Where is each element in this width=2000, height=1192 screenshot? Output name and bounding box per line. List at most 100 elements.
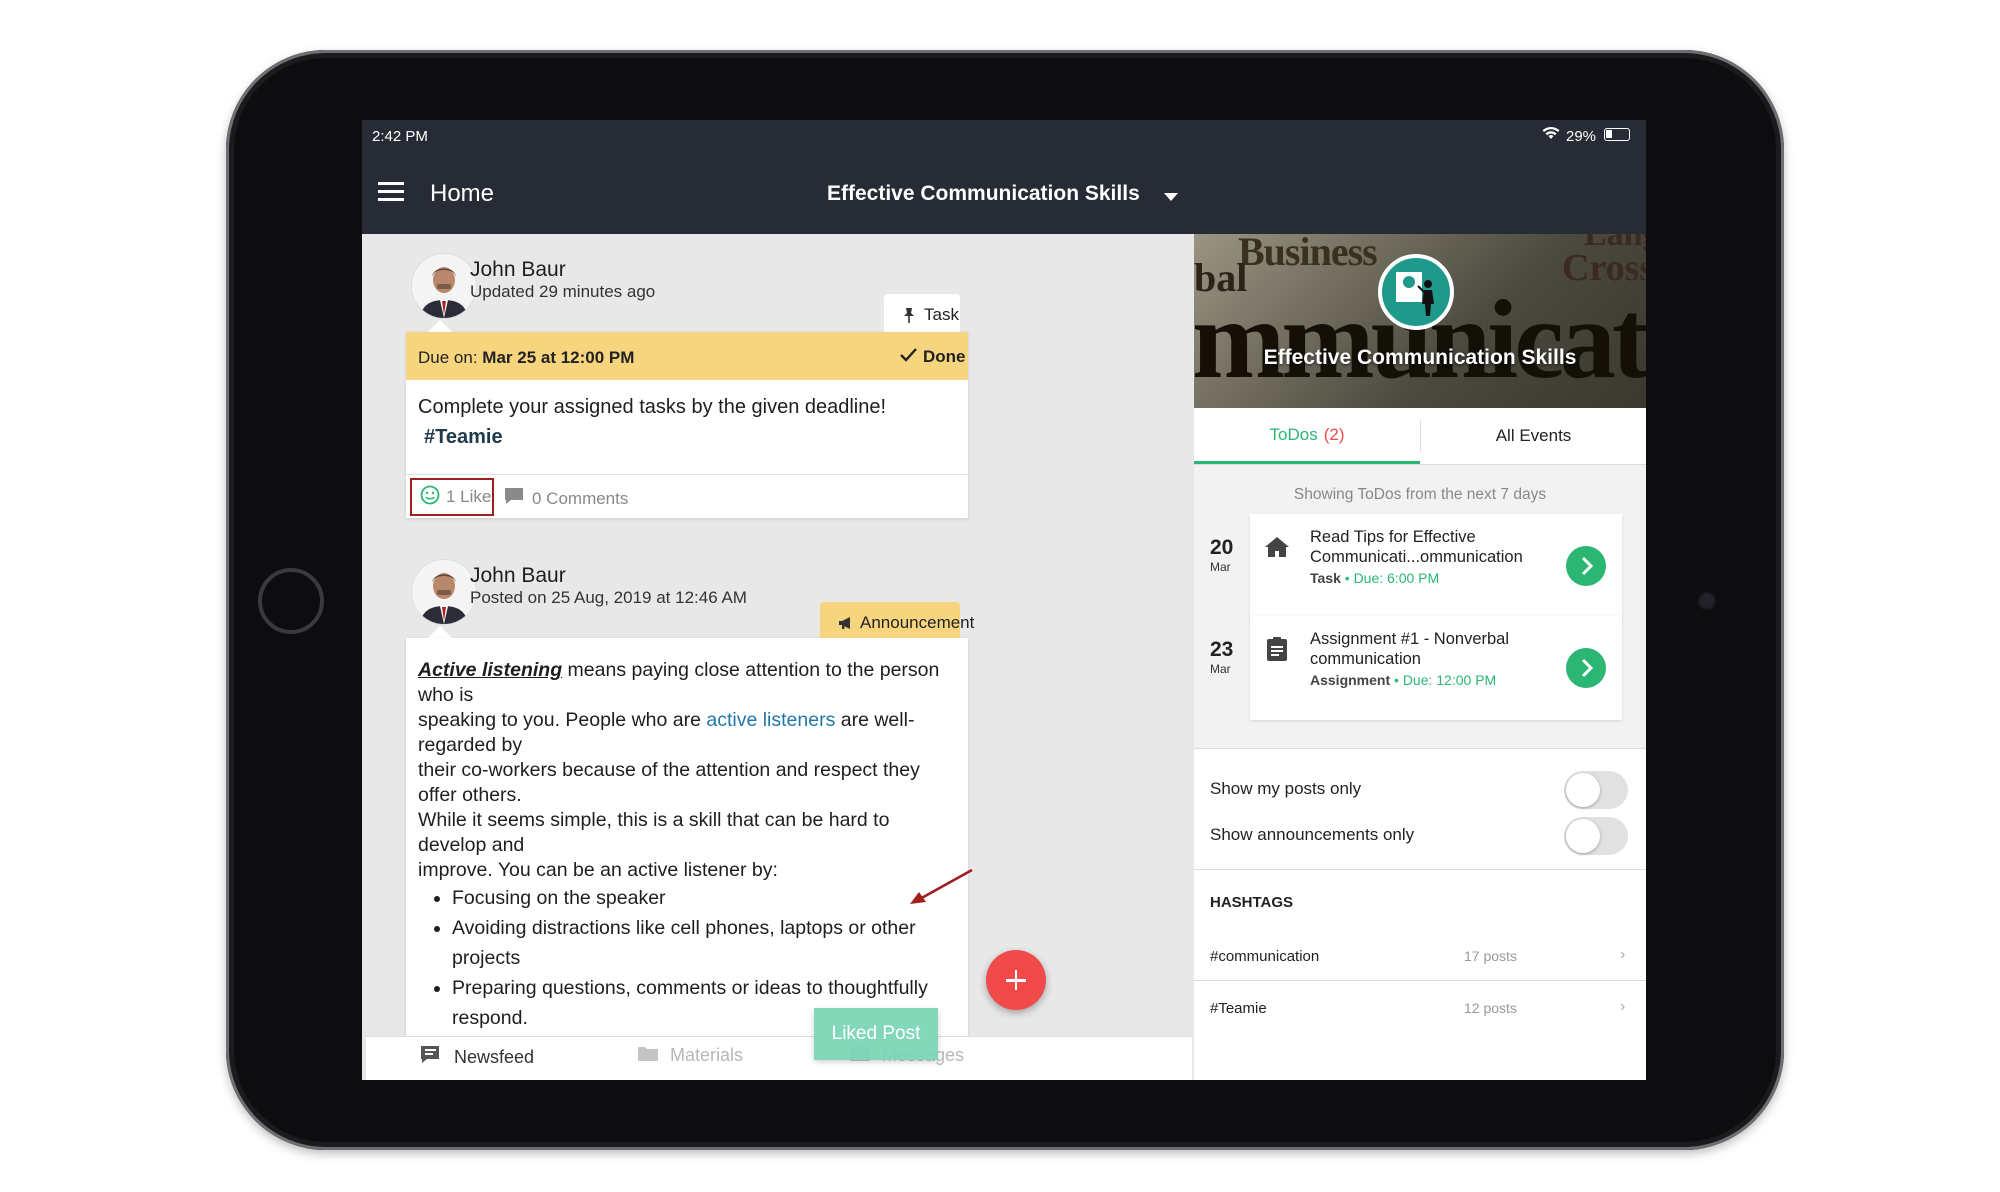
page-title: Home [430,180,495,207]
hashtag-count: 12 posts [1464,1000,1517,1016]
done-status[interactable]: Done [900,347,966,367]
home-button[interactable] [258,568,324,634]
filter-announcements-label: Show announcements only [1210,825,1415,844]
chevron-right-icon: › [1620,946,1626,963]
todo-due: Due: 12:00 PM [1402,672,1497,688]
tab-all-events[interactable]: All Events [1421,408,1646,464]
tab-label: Newsfeed [454,1047,535,1067]
battery-icon [1604,128,1630,141]
hashtag-link[interactable]: #Teamie [424,426,503,449]
todo-kind: Task [1310,570,1341,586]
avatar[interactable] [412,254,476,318]
toast-notification: Liked Post [814,1008,938,1060]
post-timestamp: Posted on 25 Aug, 2019 at 12:46 AM [470,588,747,607]
chevron-right-icon[interactable] [1566,546,1606,586]
post-pointer [428,626,452,638]
tab-label: Materials [670,1045,744,1065]
post-pointer [428,320,452,332]
todo-title: Communicati...ommunication [1310,548,1523,566]
my-posts-toggle[interactable] [1564,771,1628,809]
post-text: their co-workers because of the attentio… [418,759,920,806]
filter-my-posts-label: Show my posts only [1210,779,1362,798]
bottom-nav: Newsfeed Materials Messages [366,1036,1192,1080]
hamburger-menu-icon[interactable] [378,182,404,202]
chevron-down-icon[interactable] [1164,193,1178,201]
todo-month: Mar [1210,662,1231,676]
newsfeed: John Baur Updated 29 minutes ago Task Du… [366,234,1192,1036]
todo-title: communication [1310,650,1421,668]
tab-materials[interactable]: Materials [638,1045,743,1066]
add-post-button[interactable] [986,950,1046,1010]
like-button[interactable]: 1 Like [410,478,494,516]
list-item: Avoiding distractions like cell phones, … [452,913,963,973]
status-time: 2:42 PM [372,128,428,145]
like-count: 1 Like [446,487,492,506]
plus-icon-stroke [1014,970,1018,990]
hashtag-name: #Teamie [1210,1000,1267,1017]
todo-month: Mar [1210,560,1231,574]
hashtag-row[interactable]: #communication 17 posts › [1194,930,1646,981]
check-icon [900,347,917,367]
todo-title: Read Tips for Effective [1310,528,1476,546]
post-text: While it seems simple, this is a skill t… [418,809,890,856]
post-type-label: Announcement [860,613,975,632]
announcement-post-card: Active listening means paying close atte… [406,638,968,1036]
chevron-right-icon[interactable] [1566,648,1606,688]
tab-label: ToDos [1269,424,1318,444]
post-type-label: Task [924,305,959,324]
todo-item[interactable]: Read Tips for Effective Communicati...om… [1250,514,1622,618]
list-item: Focusing on the speaker [452,883,963,913]
banner-word: Langu [1584,234,1646,253]
active-listeners-link[interactable]: active listeners [706,709,835,731]
tab-newsfeed[interactable]: Newsfeed [420,1045,534,1070]
app-screen: 2:42 PM 29% Home Effective Communication… [362,120,1646,1080]
camera [1700,594,1714,608]
todo-due: Due: 6:00 PM [1353,570,1440,586]
hashtags-section: HASHTAGS #communication 17 posts › #Team… [1194,870,1646,1080]
post-type-badge: Task [884,294,960,336]
todos-caption: Showing ToDos from the next 7 days [1293,486,1547,503]
course-selector[interactable]: Effective Communication Skills [827,182,1140,206]
banner-word: Business [1238,234,1378,274]
clipboard-icon [1266,636,1288,667]
home-icon [1264,536,1290,563]
post-text: speaking to you. People who are [418,709,707,731]
avatar[interactable] [412,560,476,624]
todo-kind: Assignment [1310,672,1391,688]
comment-count: 0 Comments [532,488,629,508]
post-text: Complete your assigned tasks by the give… [418,396,887,418]
post-author[interactable]: John Baur [470,564,566,588]
done-label: Done [923,347,966,366]
top-nav-bar: Home Effective Communication Skills [362,152,1646,234]
filter-section: Show my posts only Show announcements on… [1194,748,1646,870]
annotation-arrow [910,868,973,904]
divider [406,474,968,475]
battery-percent: 29% [1566,128,1597,145]
announcements-toggle[interactable] [1564,817,1628,855]
tab-todos[interactable]: ToDos (2) [1194,408,1420,464]
todo-title: Assignment #1 - Nonverbal [1310,630,1510,648]
newsfeed-icon [420,1045,442,1070]
todo-day: 23 [1210,638,1234,661]
hashtag-row[interactable]: #Teamie 12 posts › [1194,982,1646,1032]
right-panel: Business bal Cross Langu mmunicat Effect… [1194,234,1646,1080]
todos-count-badge: (2) [1323,424,1345,444]
post-text: improve. You can be an active listener b… [418,859,778,881]
folder-icon [638,1045,658,1066]
presenter-icon [1396,272,1434,316]
hashtags-heading: HASHTAGS [1210,894,1294,911]
active-listening-link[interactable]: Active listening [418,659,562,681]
due-prefix: Due on: [418,348,478,367]
course-title: Effective Communication Skills [1263,346,1577,369]
due-date: Mar 25 at 12:00 PM [482,348,635,367]
course-banner[interactable]: Business bal Cross Langu mmunicat Effect… [1194,234,1646,408]
todo-item[interactable]: Assignment #1 - Nonverbal communication … [1250,616,1622,720]
todo-day: 20 [1210,536,1234,559]
status-bar: 2:42 PM 29% [362,120,1646,152]
course-logo [1378,254,1454,330]
wifi-icon [1542,126,1560,144]
comments-button[interactable]: 0 Comments [504,487,628,510]
smiley-icon [420,485,440,510]
due-bar: Due on: Mar 25 at 12:00 PM Done [406,332,968,380]
post-author[interactable]: John Baur [470,258,566,282]
